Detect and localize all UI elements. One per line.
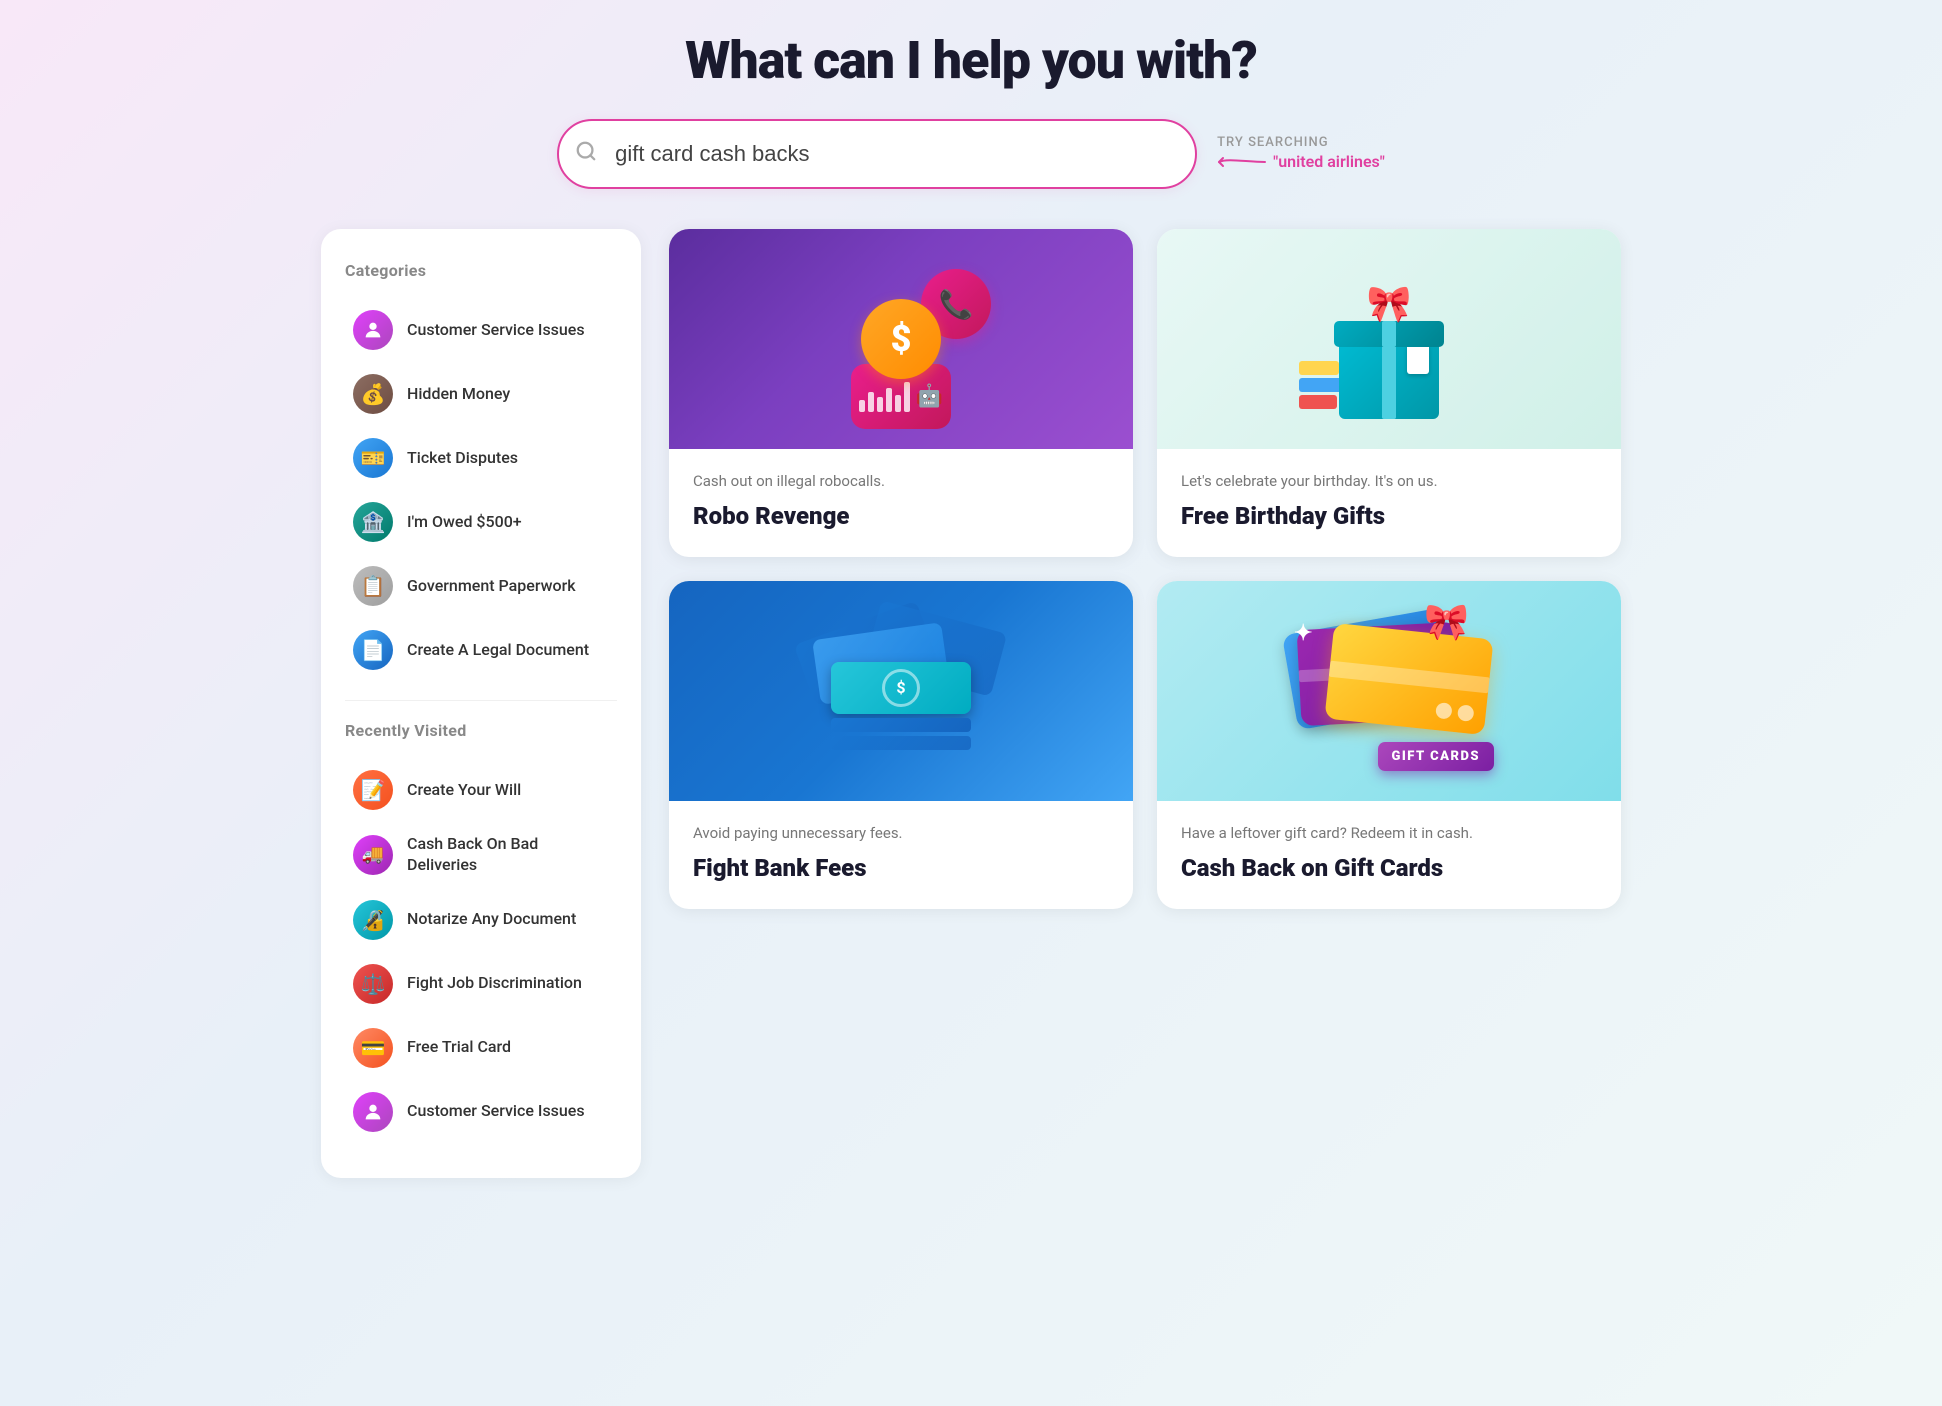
try-searching-label: TRY SEARCHING	[1217, 135, 1328, 150]
card-robo-revenge[interactable]: $ 📞	[669, 229, 1133, 557]
sidebar-item-label-notarize: Notarize Any Document	[407, 909, 576, 930]
page-title: What can I help you with?	[321, 30, 1621, 91]
card-content-bank-fees: Avoid paying unnecessary fees. Fight Ban…	[669, 801, 1133, 909]
fight-discrimination-icon: ⚖️	[353, 964, 393, 1004]
front-card-dots	[1435, 702, 1474, 722]
card-image-birthday-gifts: 🎀	[1157, 229, 1621, 449]
sidebar-item-customer-service-2[interactable]: Customer Service Issues	[345, 1082, 617, 1142]
card-image-robo-revenge: $ 📞	[669, 229, 1133, 449]
sidebar: Categories Customer Service Issues 💰 Hid…	[321, 229, 641, 1178]
gift-cards-container: 🎀 ✦ ✦ GIFT CARDS	[1279, 601, 1499, 781]
sidebar-item-cash-back-deliveries[interactable]: 🚚 Cash Back On Bad Deliveries	[345, 824, 617, 886]
free-trial-icon: 💳	[353, 1028, 393, 1068]
sidebar-item-label-create-will: Create Your Will	[407, 780, 521, 801]
card-gift-cards[interactable]: 🎀 ✦ ✦ GIFT CARDS Have a leftover gift ca…	[1157, 581, 1621, 909]
gift-box-container: 🎀	[1289, 249, 1489, 429]
page-container: What can I help you with? TRY SEARCHING	[321, 30, 1621, 1178]
cash-back-deliveries-icon: 🚚	[353, 835, 393, 875]
sidebar-item-customer-service[interactable]: Customer Service Issues	[345, 300, 617, 360]
card-content-birthday-gifts: Let's celebrate your birthday. It's on u…	[1157, 449, 1621, 557]
search-input[interactable]	[557, 119, 1197, 189]
sidebar-item-create-legal[interactable]: 📄 Create A Legal Document	[345, 620, 617, 680]
card-subtitle-robo-revenge: Cash out on illegal robocalls.	[693, 471, 1109, 492]
gc-bow: 🎀	[1424, 601, 1469, 643]
card-title-bank-fees: Fight Bank Fees	[693, 854, 1109, 883]
gift-box-main: 🎀	[1339, 334, 1439, 419]
create-will-icon: 📝	[353, 770, 393, 810]
money-pile-container: $	[801, 611, 1001, 771]
card-image-gift-cards: 🎀 ✦ ✦ GIFT CARDS	[1157, 581, 1621, 801]
sidebar-item-label-cash-back-deliveries: Cash Back On Bad Deliveries	[407, 834, 609, 876]
header-section: What can I help you with? TRY SEARCHING	[321, 30, 1621, 189]
card-content-robo-revenge: Cash out on illegal robocalls. Robo Reve…	[669, 449, 1133, 557]
sidebar-item-label-create-legal: Create A Legal Document	[407, 640, 589, 661]
sidebar-item-label-ticket-disputes: Ticket Disputes	[407, 448, 518, 469]
recently-visited-title: Recently Visited	[345, 721, 617, 740]
card-image-bank-fees: $	[669, 581, 1133, 801]
arrow-hint: "united airlines"	[1217, 150, 1385, 174]
card-title-birthday-gifts: Free Birthday Gifts	[1181, 502, 1597, 531]
sparkle-1: ✦	[1294, 621, 1312, 646]
customer-service-icon	[353, 310, 393, 350]
card-title-gift-cards: Cash Back on Gift Cards	[1181, 854, 1597, 883]
sidebar-item-fight-discrimination[interactable]: ⚖️ Fight Job Discrimination	[345, 954, 617, 1014]
robot-emoji: 🤖	[916, 384, 943, 409]
sidebar-item-label-hidden-money: Hidden Money	[407, 384, 510, 405]
dollar-circle: $	[861, 299, 941, 379]
sidebar-item-free-trial[interactable]: 💳 Free Trial Card	[345, 1018, 617, 1078]
sidebar-item-government-paperwork[interactable]: 📋 Government Paperwork	[345, 556, 617, 616]
categories-title: Categories	[345, 261, 617, 280]
card-subtitle-gift-cards: Have a leftover gift card? Redeem it in …	[1181, 823, 1597, 844]
create-legal-icon: 📄	[353, 630, 393, 670]
search-area: TRY SEARCHING "united airlines"	[321, 119, 1621, 189]
sidebar-item-create-will[interactable]: 📝 Create Your Will	[345, 760, 617, 820]
sidebar-item-notarize[interactable]: 🔏 Notarize Any Document	[345, 890, 617, 950]
search-icon	[575, 140, 597, 168]
try-searching-value: "united airlines"	[1273, 152, 1385, 171]
sidebar-item-label-customer-service: Customer Service Issues	[407, 320, 585, 341]
try-searching-hint: TRY SEARCHING "united airlines"	[1217, 135, 1385, 174]
bar-chart	[859, 382, 910, 412]
bill-stack: $	[831, 662, 971, 750]
owed-500-icon: 🏦	[353, 502, 393, 542]
content-layout: Categories Customer Service Issues 💰 Hid…	[321, 229, 1621, 1178]
card-title-robo-revenge: Robo Revenge	[693, 502, 1109, 531]
search-wrapper	[557, 119, 1197, 189]
hidden-money-icon: 💰	[353, 374, 393, 414]
sidebar-item-label-government-paperwork: Government Paperwork	[407, 576, 576, 597]
ticket-disputes-icon: 🎫	[353, 438, 393, 478]
gc-badge: GIFT CARDS	[1378, 742, 1495, 771]
card-bank-fees[interactable]: $ Avoid paying unnecessary fees. Fight B…	[669, 581, 1133, 909]
sidebar-item-label-free-trial: Free Trial Card	[407, 1037, 511, 1058]
robo-icon-container: $ 📞	[821, 259, 981, 419]
books-stack	[1299, 361, 1343, 409]
card-subtitle-birthday-gifts: Let's celebrate your birthday. It's on u…	[1181, 471, 1597, 492]
sidebar-item-label-customer-service-2: Customer Service Issues	[407, 1101, 585, 1122]
sidebar-divider	[345, 700, 617, 701]
cards-grid: $ 📞	[669, 229, 1621, 909]
card-subtitle-bank-fees: Avoid paying unnecessary fees.	[693, 823, 1109, 844]
card-birthday-gifts[interactable]: 🎀 Let's celebrate your birthday. It's on…	[1157, 229, 1621, 557]
sidebar-item-label-fight-discrimination: Fight Job Discrimination	[407, 973, 582, 994]
government-paperwork-icon: 📋	[353, 566, 393, 606]
sidebar-item-label-owed-500: I'm Owed $500+	[407, 512, 522, 533]
gift-bow: 🎀	[1367, 286, 1412, 322]
notarize-icon: 🔏	[353, 900, 393, 940]
customer-service-2-icon	[353, 1092, 393, 1132]
card-content-gift-cards: Have a leftover gift card? Redeem it in …	[1157, 801, 1621, 909]
sidebar-item-owed-500[interactable]: 🏦 I'm Owed $500+	[345, 492, 617, 552]
sidebar-item-ticket-disputes[interactable]: 🎫 Ticket Disputes	[345, 428, 617, 488]
sidebar-item-hidden-money[interactable]: 💰 Hidden Money	[345, 364, 617, 424]
